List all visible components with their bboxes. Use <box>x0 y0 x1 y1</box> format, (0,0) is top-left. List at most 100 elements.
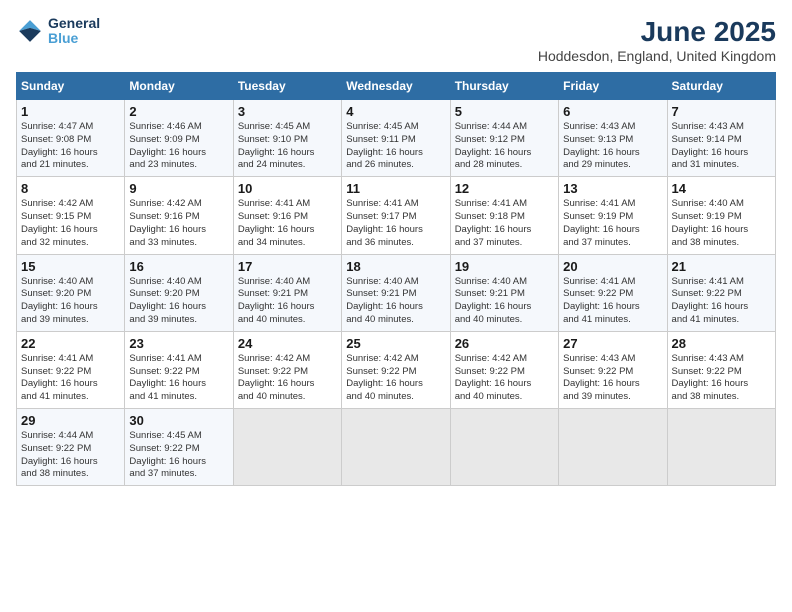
day-info: Sunrise: 4:44 AM Sunset: 9:22 PM Dayligh… <box>21 430 120 481</box>
table-row: 21 Sunrise: 4:41 AM Sunset: 9:22 PM Dayli… <box>667 254 775 331</box>
table-row: 19Sunrise: 4:40 AM Sunset: 9:21 PM Dayli… <box>450 254 558 331</box>
calendar-table: Sunday Monday Tuesday Wednesday Thursday… <box>16 72 776 486</box>
table-row: 30Sunrise: 4:45 AM Sunset: 9:22 PM Dayli… <box>125 409 233 486</box>
table-row: 3Sunrise: 4:45 AM Sunset: 9:10 PM Daylig… <box>233 100 341 177</box>
calendar-row: 22 Sunrise: 4:41 AM Sunset: 9:22 PM Dayli… <box>17 331 776 408</box>
table-row: 2Sunrise: 4:46 AM Sunset: 9:09 PM Daylig… <box>125 100 233 177</box>
day-number: 29 <box>21 413 120 428</box>
day-number: 30 <box>129 413 228 428</box>
day-number: 24 <box>238 336 337 351</box>
day-info: Sunrise: 4:44 AM Sunset: 9:12 PM Dayligh… <box>455 121 554 172</box>
table-row: 9 Sunrise: 4:42 AM Sunset: 9:16 PM Daylig… <box>125 177 233 254</box>
day-info: Sunrise: 4:40 AM Sunset: 9:21 PM Dayligh… <box>346 276 445 327</box>
day-number: 9 <box>129 181 228 196</box>
table-row <box>233 409 341 486</box>
day-number: 13 <box>563 181 662 196</box>
day-info: Sunrise: 4:41 AM Sunset: 9:16 PM Dayligh… <box>238 198 337 249</box>
day-info: Sunrise: 4:41 AM Sunset: 9:18 PM Dayligh… <box>455 198 554 249</box>
day-number: 21 <box>672 259 771 274</box>
day-number: 17 <box>238 259 337 274</box>
day-info: Sunrise: 4:42 AM Sunset: 9:15 PM Dayligh… <box>21 198 120 249</box>
day-info: Sunrise: 4:42 AM Sunset: 9:22 PM Dayligh… <box>346 353 445 404</box>
logo-text: General Blue <box>48 16 100 47</box>
day-number: 19 <box>455 259 554 274</box>
table-row: 13 Sunrise: 4:41 AM Sunset: 9:19 PM Dayli… <box>559 177 667 254</box>
logo: General Blue <box>16 16 100 47</box>
calendar-subtitle: Hoddesdon, England, United Kingdom <box>538 48 776 64</box>
day-number: 23 <box>129 336 228 351</box>
day-info: Sunrise: 4:40 AM Sunset: 9:20 PM Dayligh… <box>21 276 120 327</box>
day-number: 18 <box>346 259 445 274</box>
day-number: 3 <box>238 104 337 119</box>
day-info: Sunrise: 4:42 AM Sunset: 9:16 PM Dayligh… <box>129 198 228 249</box>
table-row: 8 Sunrise: 4:42 AM Sunset: 9:15 PM Daylig… <box>17 177 125 254</box>
col-monday: Monday <box>125 73 233 100</box>
table-row: 18 Sunrise: 4:40 AM Sunset: 9:21 PM Dayli… <box>342 254 450 331</box>
table-row: 11Sunrise: 4:41 AM Sunset: 9:17 PM Dayli… <box>342 177 450 254</box>
table-row: 20 Sunrise: 4:41 AM Sunset: 9:22 PM Dayli… <box>559 254 667 331</box>
logo-line1: General <box>48 16 100 31</box>
day-info: Sunrise: 4:41 AM Sunset: 9:19 PM Dayligh… <box>563 198 662 249</box>
day-number: 27 <box>563 336 662 351</box>
day-info: Sunrise: 4:47 AM Sunset: 9:08 PM Dayligh… <box>21 121 120 172</box>
logo-line2: Blue <box>48 30 78 46</box>
page-container: General Blue June 2025 Hoddesdon, Englan… <box>16 16 776 486</box>
table-row: 7 Sunrise: 4:43 AM Sunset: 9:14 PM Daylig… <box>667 100 775 177</box>
table-row: 29 Sunrise: 4:44 AM Sunset: 9:22 PM Dayli… <box>17 409 125 486</box>
table-row: 26Sunrise: 4:42 AM Sunset: 9:22 PM Dayli… <box>450 331 558 408</box>
table-row: 23Sunrise: 4:41 AM Sunset: 9:22 PM Dayli… <box>125 331 233 408</box>
col-friday: Friday <box>559 73 667 100</box>
day-number: 14 <box>672 181 771 196</box>
table-row: 1 Sunrise: 4:47 AM Sunset: 9:08 PM Daylig… <box>17 100 125 177</box>
table-row: 25 Sunrise: 4:42 AM Sunset: 9:22 PM Dayli… <box>342 331 450 408</box>
table-row: 16 Sunrise: 4:40 AM Sunset: 9:20 PM Dayli… <box>125 254 233 331</box>
day-info: Sunrise: 4:41 AM Sunset: 9:17 PM Dayligh… <box>346 198 445 249</box>
day-info: Sunrise: 4:42 AM Sunset: 9:22 PM Dayligh… <box>238 353 337 404</box>
table-row: 10 Sunrise: 4:41 AM Sunset: 9:16 PM Dayli… <box>233 177 341 254</box>
calendar-row: 1 Sunrise: 4:47 AM Sunset: 9:08 PM Daylig… <box>17 100 776 177</box>
day-info: Sunrise: 4:43 AM Sunset: 9:13 PM Dayligh… <box>563 121 662 172</box>
calendar-row: 29 Sunrise: 4:44 AM Sunset: 9:22 PM Dayli… <box>17 409 776 486</box>
header: General Blue June 2025 Hoddesdon, Englan… <box>16 16 776 64</box>
day-info: Sunrise: 4:43 AM Sunset: 9:22 PM Dayligh… <box>563 353 662 404</box>
table-row: 4Sunrise: 4:45 AM Sunset: 9:11 PM Daylig… <box>342 100 450 177</box>
day-info: Sunrise: 4:41 AM Sunset: 9:22 PM Dayligh… <box>672 276 771 327</box>
table-row: 24 Sunrise: 4:42 AM Sunset: 9:22 PM Dayli… <box>233 331 341 408</box>
day-info: Sunrise: 4:41 AM Sunset: 9:22 PM Dayligh… <box>563 276 662 327</box>
table-row <box>342 409 450 486</box>
day-info: Sunrise: 4:42 AM Sunset: 9:22 PM Dayligh… <box>455 353 554 404</box>
day-info: Sunrise: 4:40 AM Sunset: 9:21 PM Dayligh… <box>238 276 337 327</box>
col-tuesday: Tuesday <box>233 73 341 100</box>
calendar-title: June 2025 <box>538 16 776 48</box>
day-number: 5 <box>455 104 554 119</box>
day-number: 20 <box>563 259 662 274</box>
table-row: 12Sunrise: 4:41 AM Sunset: 9:18 PM Dayli… <box>450 177 558 254</box>
day-info: Sunrise: 4:41 AM Sunset: 9:22 PM Dayligh… <box>21 353 120 404</box>
day-number: 8 <box>21 181 120 196</box>
table-row: 14Sunrise: 4:40 AM Sunset: 9:19 PM Dayli… <box>667 177 775 254</box>
day-number: 16 <box>129 259 228 274</box>
table-row: 6Sunrise: 4:43 AM Sunset: 9:13 PM Daylig… <box>559 100 667 177</box>
logo-icon <box>16 17 44 45</box>
table-row: 27 Sunrise: 4:43 AM Sunset: 9:22 PM Dayli… <box>559 331 667 408</box>
day-number: 1 <box>21 104 120 119</box>
day-info: Sunrise: 4:46 AM Sunset: 9:09 PM Dayligh… <box>129 121 228 172</box>
day-number: 7 <box>672 104 771 119</box>
col-saturday: Saturday <box>667 73 775 100</box>
table-row: 28 Sunrise: 4:43 AM Sunset: 9:22 PM Dayli… <box>667 331 775 408</box>
day-number: 10 <box>238 181 337 196</box>
table-row <box>450 409 558 486</box>
table-row: 22 Sunrise: 4:41 AM Sunset: 9:22 PM Dayli… <box>17 331 125 408</box>
calendar-row: 8 Sunrise: 4:42 AM Sunset: 9:15 PM Daylig… <box>17 177 776 254</box>
calendar-row: 15Sunrise: 4:40 AM Sunset: 9:20 PM Dayli… <box>17 254 776 331</box>
day-number: 28 <box>672 336 771 351</box>
day-info: Sunrise: 4:45 AM Sunset: 9:11 PM Dayligh… <box>346 121 445 172</box>
table-row: 17 Sunrise: 4:40 AM Sunset: 9:21 PM Dayli… <box>233 254 341 331</box>
day-info: Sunrise: 4:43 AM Sunset: 9:22 PM Dayligh… <box>672 353 771 404</box>
col-sunday: Sunday <box>17 73 125 100</box>
day-info: Sunrise: 4:40 AM Sunset: 9:20 PM Dayligh… <box>129 276 228 327</box>
day-number: 25 <box>346 336 445 351</box>
table-row: 5 Sunrise: 4:44 AM Sunset: 9:12 PM Daylig… <box>450 100 558 177</box>
day-info: Sunrise: 4:43 AM Sunset: 9:14 PM Dayligh… <box>672 121 771 172</box>
day-number: 22 <box>21 336 120 351</box>
